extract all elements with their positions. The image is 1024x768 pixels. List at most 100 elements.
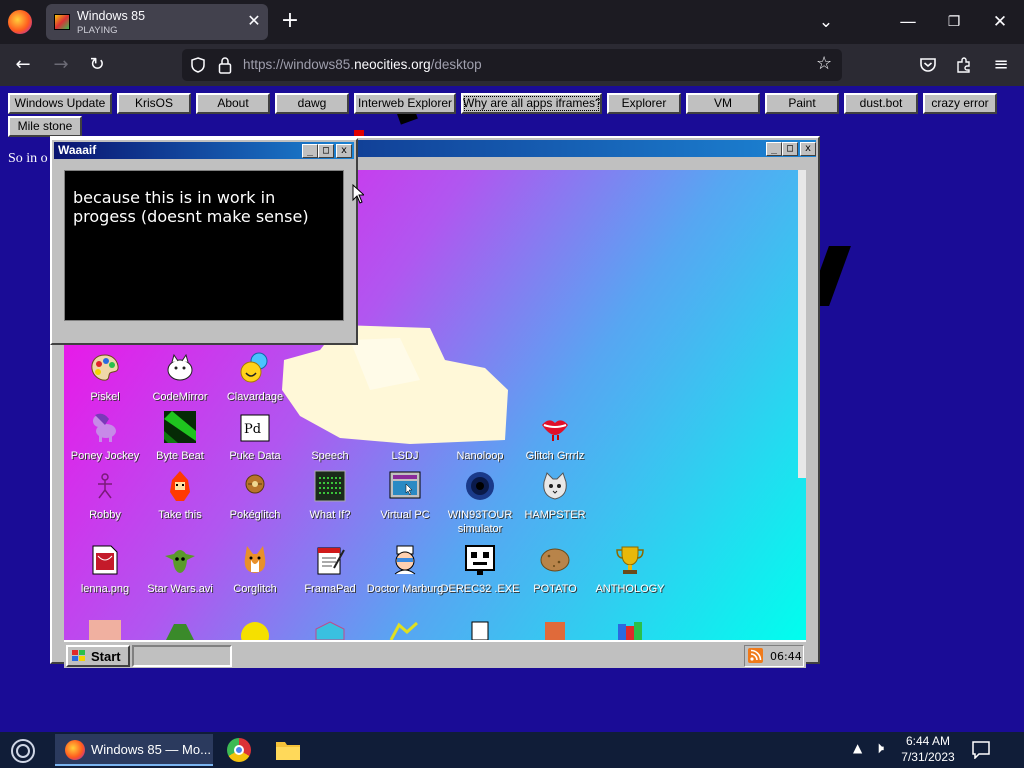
partial-smiley-icon [241,622,269,640]
trophy-icon [616,546,644,574]
desktop-scrollbar[interactable] [798,170,806,478]
taskbar-clock[interactable]: 6:44 AM 7/31/2023 [900,734,956,764]
minimize-icon[interactable]: _ [766,142,782,156]
app-button-interweb-explorer[interactable]: Interweb Explorer [354,93,456,114]
terminal-icon [314,470,346,502]
desktop-icon-star-wars[interactable]: Star Wars.avi [140,544,220,596]
partial-books-icon [618,622,642,640]
partial-bottle-icon [471,621,489,640]
app-button-why-iframes[interactable]: Why are all apps iframes? [461,93,602,114]
close-icon[interactable]: x [800,142,816,156]
new-tab-icon[interactable]: + [280,10,300,32]
desktop-icon-hampster[interactable]: HAMPSTER [515,470,595,522]
app-button-crazy-error[interactable]: crazy error [923,93,997,114]
win85-clock: 06:44 [744,645,804,667]
pocket-icon[interactable] [919,56,937,74]
desktop-icon-robby[interactable]: Robby [65,470,145,522]
desktop-icon-corglitch[interactable]: Corglitch [215,544,295,596]
browser-tab-bar: Windows 85 PLAYING ✕ + ⌄ — ❐ ✕ [0,0,1024,44]
desktop-icon-puke-data[interactable]: Pd Puke Data [215,411,295,463]
app-button-dawg[interactable]: dawg [275,93,349,114]
lips-icon [542,420,568,441]
close-window-icon[interactable]: ✕ [986,8,1014,36]
file-explorer-icon[interactable] [275,739,301,761]
desktop-icon-clavardage[interactable]: Clavardage [215,352,295,404]
reload-icon[interactable]: ↻ [84,53,110,77]
back-icon[interactable]: ← [10,53,36,77]
fire-character-icon [170,471,190,501]
desktop-icon-poney-jockey[interactable]: Poney Jockey [65,411,145,463]
popup-minimize-icon[interactable]: _ [302,144,318,158]
desktop-icon-glitch-grrrlz[interactable]: Glitch Grrrlz [515,411,595,463]
bookmark-star-icon[interactable]: ☆ [816,53,832,74]
app-button-vm[interactable]: VM [686,93,760,114]
desktop-icon-codemirror[interactable]: CodeMirror [140,352,220,404]
pd-icon: Pd [240,414,270,442]
maximize-icon[interactable]: □ [782,142,798,156]
firefox-menu-icon[interactable] [8,10,32,34]
speech-icon [314,411,346,443]
taskbar-app-firefox[interactable]: Windows 85 — Mo... [55,734,213,766]
rss-icon[interactable] [748,648,763,663]
app-button-dust-bot[interactable]: dust.bot [844,93,918,114]
list-all-tabs-icon[interactable]: ⌄ [812,8,840,36]
browser-nav-bar: ← → ↻ https://windows85.neocities.org/de… [0,44,1024,86]
win85-task-slot[interactable] [132,645,232,667]
notepad-icon [317,547,345,575]
start-button[interactable]: Start [66,645,130,667]
partial-graffiti-icon [389,621,419,640]
show-hidden-icons-icon[interactable]: ▲ [853,741,862,755]
vortex-icon [466,472,494,500]
desktop-icon-take-this[interactable]: Take this [140,470,220,522]
desktop-icon-piskel[interactable]: Piskel [65,352,145,404]
tab-close-icon[interactable]: ✕ [245,12,263,30]
popup-titlebar[interactable]: Waaaif _ □ x [54,142,354,159]
desktop-icon-lsdj[interactable]: LSDJ [365,411,445,463]
app-button-paint[interactable]: Paint [765,93,839,114]
bytebeat-icon [164,411,196,443]
desktop-icon-win93tour[interactable]: WIN93TOUR simulator [440,470,520,536]
shield-icon[interactable] [190,57,206,73]
desktop-icon-nanoloop[interactable]: Nanoloop [440,411,520,463]
app-button-windows-update[interactable]: Windows Update [8,93,112,114]
app-button-krisos[interactable]: KrisOS [117,93,191,114]
desktop-icon-framapad[interactable]: FramaPad [290,544,370,596]
desktop-icon-lenna[interactable]: lenna.png [65,544,145,596]
url-bar[interactable]: https://windows85.neocities.org/desktop … [182,49,842,81]
partial-face-icon [89,620,121,640]
restore-window-icon[interactable]: ❐ [940,8,968,36]
tab-title: Windows 85 [77,9,146,23]
popup-maximize-icon[interactable]: □ [318,144,334,158]
app-button-explorer[interactable]: Explorer [607,93,681,114]
pony-icon [93,413,116,442]
desktop-icon-virtual-pc[interactable]: Virtual PC [365,470,445,522]
search-circle-icon[interactable] [10,738,36,764]
windows85-favicon-icon [54,14,70,30]
app-button-mile-stone[interactable]: Mile stone [8,116,82,137]
hamburger-menu-icon[interactable]: ≡ [988,53,1014,77]
desktop-icon-doctor-marburg[interactable]: Doctor Marburg [365,544,445,596]
extensions-icon[interactable] [955,56,973,74]
firefox-icon [65,740,85,760]
yoda-icon [165,550,195,573]
pokeglitch-icon [245,474,265,494]
lock-icon[interactable] [218,56,232,74]
partial-yoda-icon [166,624,194,640]
chrome-icon[interactable] [227,738,251,762]
volume-muted-icon[interactable]: 🕨 [874,738,884,758]
app-button-about[interactable]: About [196,93,270,114]
desktop-icon-speech[interactable]: Speech [290,411,370,463]
url-text[interactable]: https://windows85.neocities.org/desktop [243,57,482,72]
minimize-window-icon[interactable]: — [894,8,922,36]
desktop-icon-derec32[interactable]: DEREC32 .EXE [440,544,520,596]
popup-close-icon[interactable]: x [336,144,352,158]
desktop-icon-pokeglitch[interactable]: Pokéglitch [215,470,295,522]
browser-tab[interactable]: Windows 85 PLAYING ✕ [46,4,268,40]
desktop-icon-byte-beat[interactable]: Byte Beat [140,411,220,463]
notifications-icon[interactable] [972,741,990,759]
popup-title: Waaaif [58,143,97,157]
forward-icon[interactable]: → [48,53,74,77]
desktop-icon-what-if[interactable]: What If? [290,470,370,522]
desktop-icon-potato[interactable]: POTATO [515,544,595,596]
desktop-icon-anthology[interactable]: ANTHOLOGY [590,544,670,596]
